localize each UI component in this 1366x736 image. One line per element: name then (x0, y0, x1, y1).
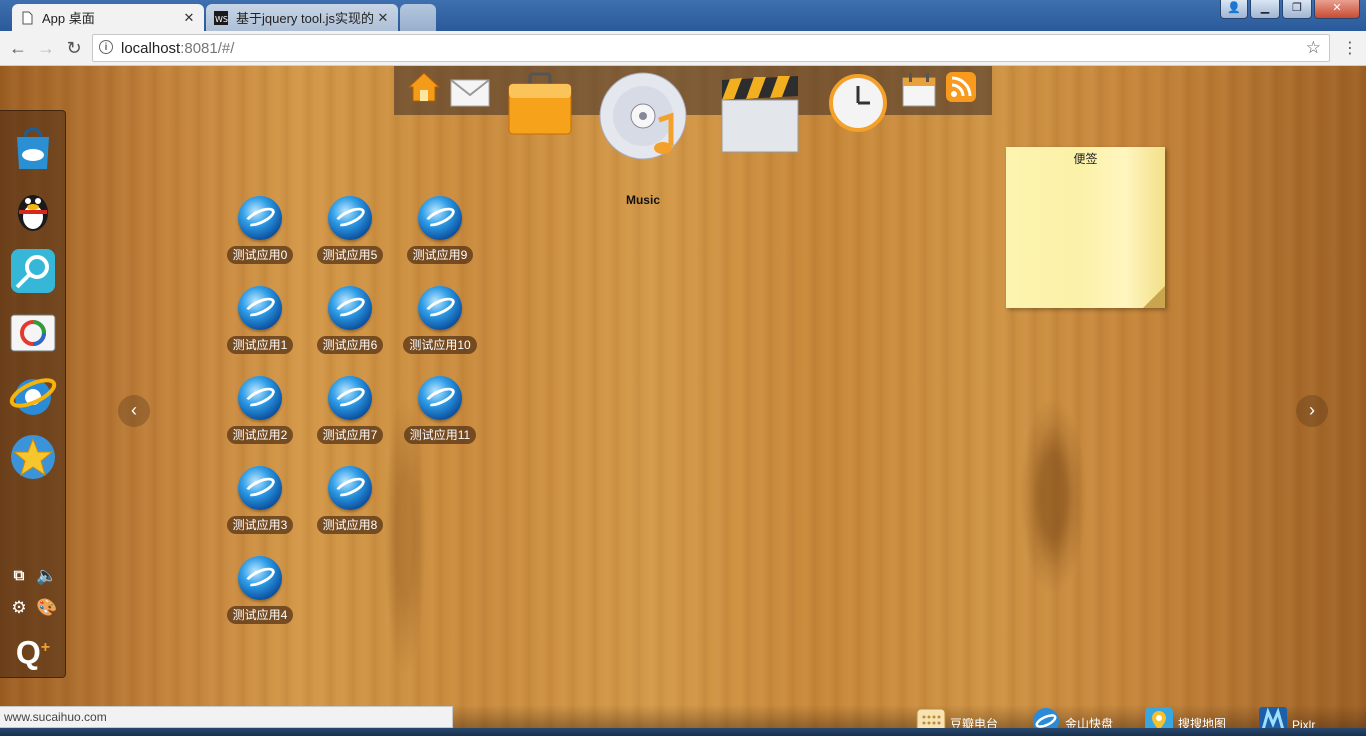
app-label: 测试应用7 (316, 426, 384, 444)
photo-viewer-icon[interactable] (9, 309, 57, 357)
minimize-button[interactable]: ▁ (1250, 0, 1280, 19)
add-app-icon[interactable]: Q+ (14, 629, 52, 671)
address-bar[interactable]: i localhost:8081/#/ ☆ (92, 34, 1330, 62)
app-globe-icon (238, 196, 282, 240)
app-label: 测试应用2 (226, 426, 294, 444)
maximize-button[interactable]: ❐ (1282, 0, 1312, 19)
info-icon[interactable]: i (99, 40, 113, 54)
app-globe-icon (418, 286, 462, 330)
app-label: 测试应用4 (226, 606, 294, 624)
tab-app-desktop[interactable]: App 桌面 ✕ (12, 4, 204, 31)
url-text: localhost:8081/#/ (121, 40, 235, 57)
app-globe-icon (328, 196, 372, 240)
app-store-icon[interactable] (9, 123, 57, 171)
page-curl (1143, 286, 1165, 308)
next-page-arrow-icon[interactable]: › (1296, 395, 1328, 427)
window-controls: 👤 ▁ ❐ ✕ (1220, 0, 1360, 19)
user-icon[interactable]: 👤 (1220, 0, 1248, 19)
menu-dots-icon[interactable]: ⋮ (1340, 37, 1360, 61)
volume-icon[interactable]: 🔈 (36, 565, 58, 587)
app-globe-icon (328, 286, 372, 330)
app-label: 测试应用8 (316, 516, 384, 534)
app-globe-icon (238, 376, 282, 420)
app-globe-icon (418, 376, 462, 420)
mail-icon[interactable] (450, 78, 490, 108)
dock-tools: ⧉ 🔈 ⚙ 🎨 Q+ (0, 561, 66, 677)
search-map-icon[interactable] (9, 247, 57, 295)
browser-toolbar: ← → ↻ i localhost:8081/#/ ☆ ⋮ (0, 31, 1366, 66)
app-item[interactable]: 测试应用4 (223, 556, 297, 636)
app-label: 测试应用1 (226, 336, 294, 354)
display-icon[interactable]: ⧉ (8, 565, 30, 587)
palette-icon[interactable]: 🎨 (36, 597, 58, 619)
app-globe-icon (328, 376, 372, 420)
app-label: 测试应用5 (316, 246, 384, 264)
tab-title: App 桌面 (42, 11, 95, 26)
svg-text:WS: WS (215, 15, 228, 24)
qzone-star-icon[interactable] (9, 433, 57, 481)
music-disc-icon[interactable] (599, 72, 689, 162)
app-item[interactable]: 测试应用1 (223, 286, 297, 366)
qq-penguin-icon[interactable] (9, 185, 57, 233)
app-item[interactable]: 测试应用5 (313, 196, 387, 276)
status-bar-url: www.sucaihuo.com (0, 706, 453, 728)
app-item[interactable]: 测试应用10 (403, 286, 477, 366)
app-label: 测试应用9 (406, 246, 474, 264)
clock-icon[interactable] (828, 74, 888, 132)
forward-arrow-icon[interactable]: → (33, 35, 59, 61)
bookmark-star-icon[interactable]: ☆ (1306, 38, 1321, 58)
browser-tab-bar: App 桌面 ✕ WS 基于jquery tool.js实现的 ✕ 👤 ▁ ❐ … (0, 0, 1366, 31)
windows-taskbar (0, 728, 1366, 736)
ie-browser-icon[interactable] (9, 371, 57, 419)
app-item[interactable]: 测试应用3 (223, 466, 297, 546)
page-icon (22, 11, 33, 24)
app-item[interactable]: 测试应用8 (313, 466, 387, 546)
close-tab-icon[interactable]: ✕ (182, 10, 196, 26)
app-item[interactable]: 测试应用6 (313, 286, 387, 366)
desktop: Music ⧉ 🔈 ⚙ 🎨 Q+ ‹ › 测试应用0 测试应用1 测试应用2 测… (0, 66, 1366, 736)
briefcase-icon[interactable] (507, 72, 573, 136)
app-label: 测试应用6 (316, 336, 384, 354)
reload-icon[interactable]: ↻ (61, 35, 87, 61)
home-icon[interactable] (408, 71, 440, 103)
gear-icon[interactable]: ⚙ (8, 597, 30, 619)
top-dock-active-label: Music (625, 193, 660, 207)
app-globe-icon (238, 466, 282, 510)
new-tab-button[interactable] (400, 4, 436, 31)
app-item[interactable]: 测试应用9 (403, 196, 477, 276)
app-item[interactable]: 测试应用0 (223, 196, 297, 276)
left-dock: ⧉ 🔈 ⚙ 🎨 Q+ (0, 110, 66, 678)
app-item[interactable]: 测试应用2 (223, 376, 297, 456)
app-label: 测试应用3 (226, 516, 294, 534)
app-globe-icon (238, 556, 282, 600)
rss-icon[interactable] (946, 72, 976, 102)
app-globe-icon (328, 466, 372, 510)
app-globe-icon (238, 286, 282, 330)
back-arrow-icon[interactable]: ← (5, 35, 31, 61)
sticky-note-title: 便签 (1073, 152, 1098, 166)
top-dock (394, 66, 992, 160)
close-tab-icon[interactable]: ✕ (376, 10, 390, 26)
calendar-icon[interactable] (902, 72, 936, 108)
sticky-note-widget[interactable]: 便签 (1006, 147, 1165, 308)
app-label: 测试应用0 (226, 246, 294, 264)
prev-page-arrow-icon[interactable]: ‹ (118, 395, 150, 427)
app-item[interactable]: 测试应用7 (313, 376, 387, 456)
app-globe-icon (418, 196, 462, 240)
app-label: 测试应用11 (403, 426, 477, 444)
app-label: 测试应用10 (403, 336, 477, 354)
webstorm-icon: WS (214, 10, 228, 25)
tab-title: 基于jquery tool.js实现的 (236, 11, 374, 26)
clapperboard-icon[interactable] (720, 74, 800, 154)
app-item[interactable]: 测试应用11 (403, 376, 477, 456)
close-window-button[interactable]: ✕ (1314, 0, 1360, 19)
tab-jquery-tool[interactable]: WS 基于jquery tool.js实现的 ✕ (206, 4, 398, 31)
